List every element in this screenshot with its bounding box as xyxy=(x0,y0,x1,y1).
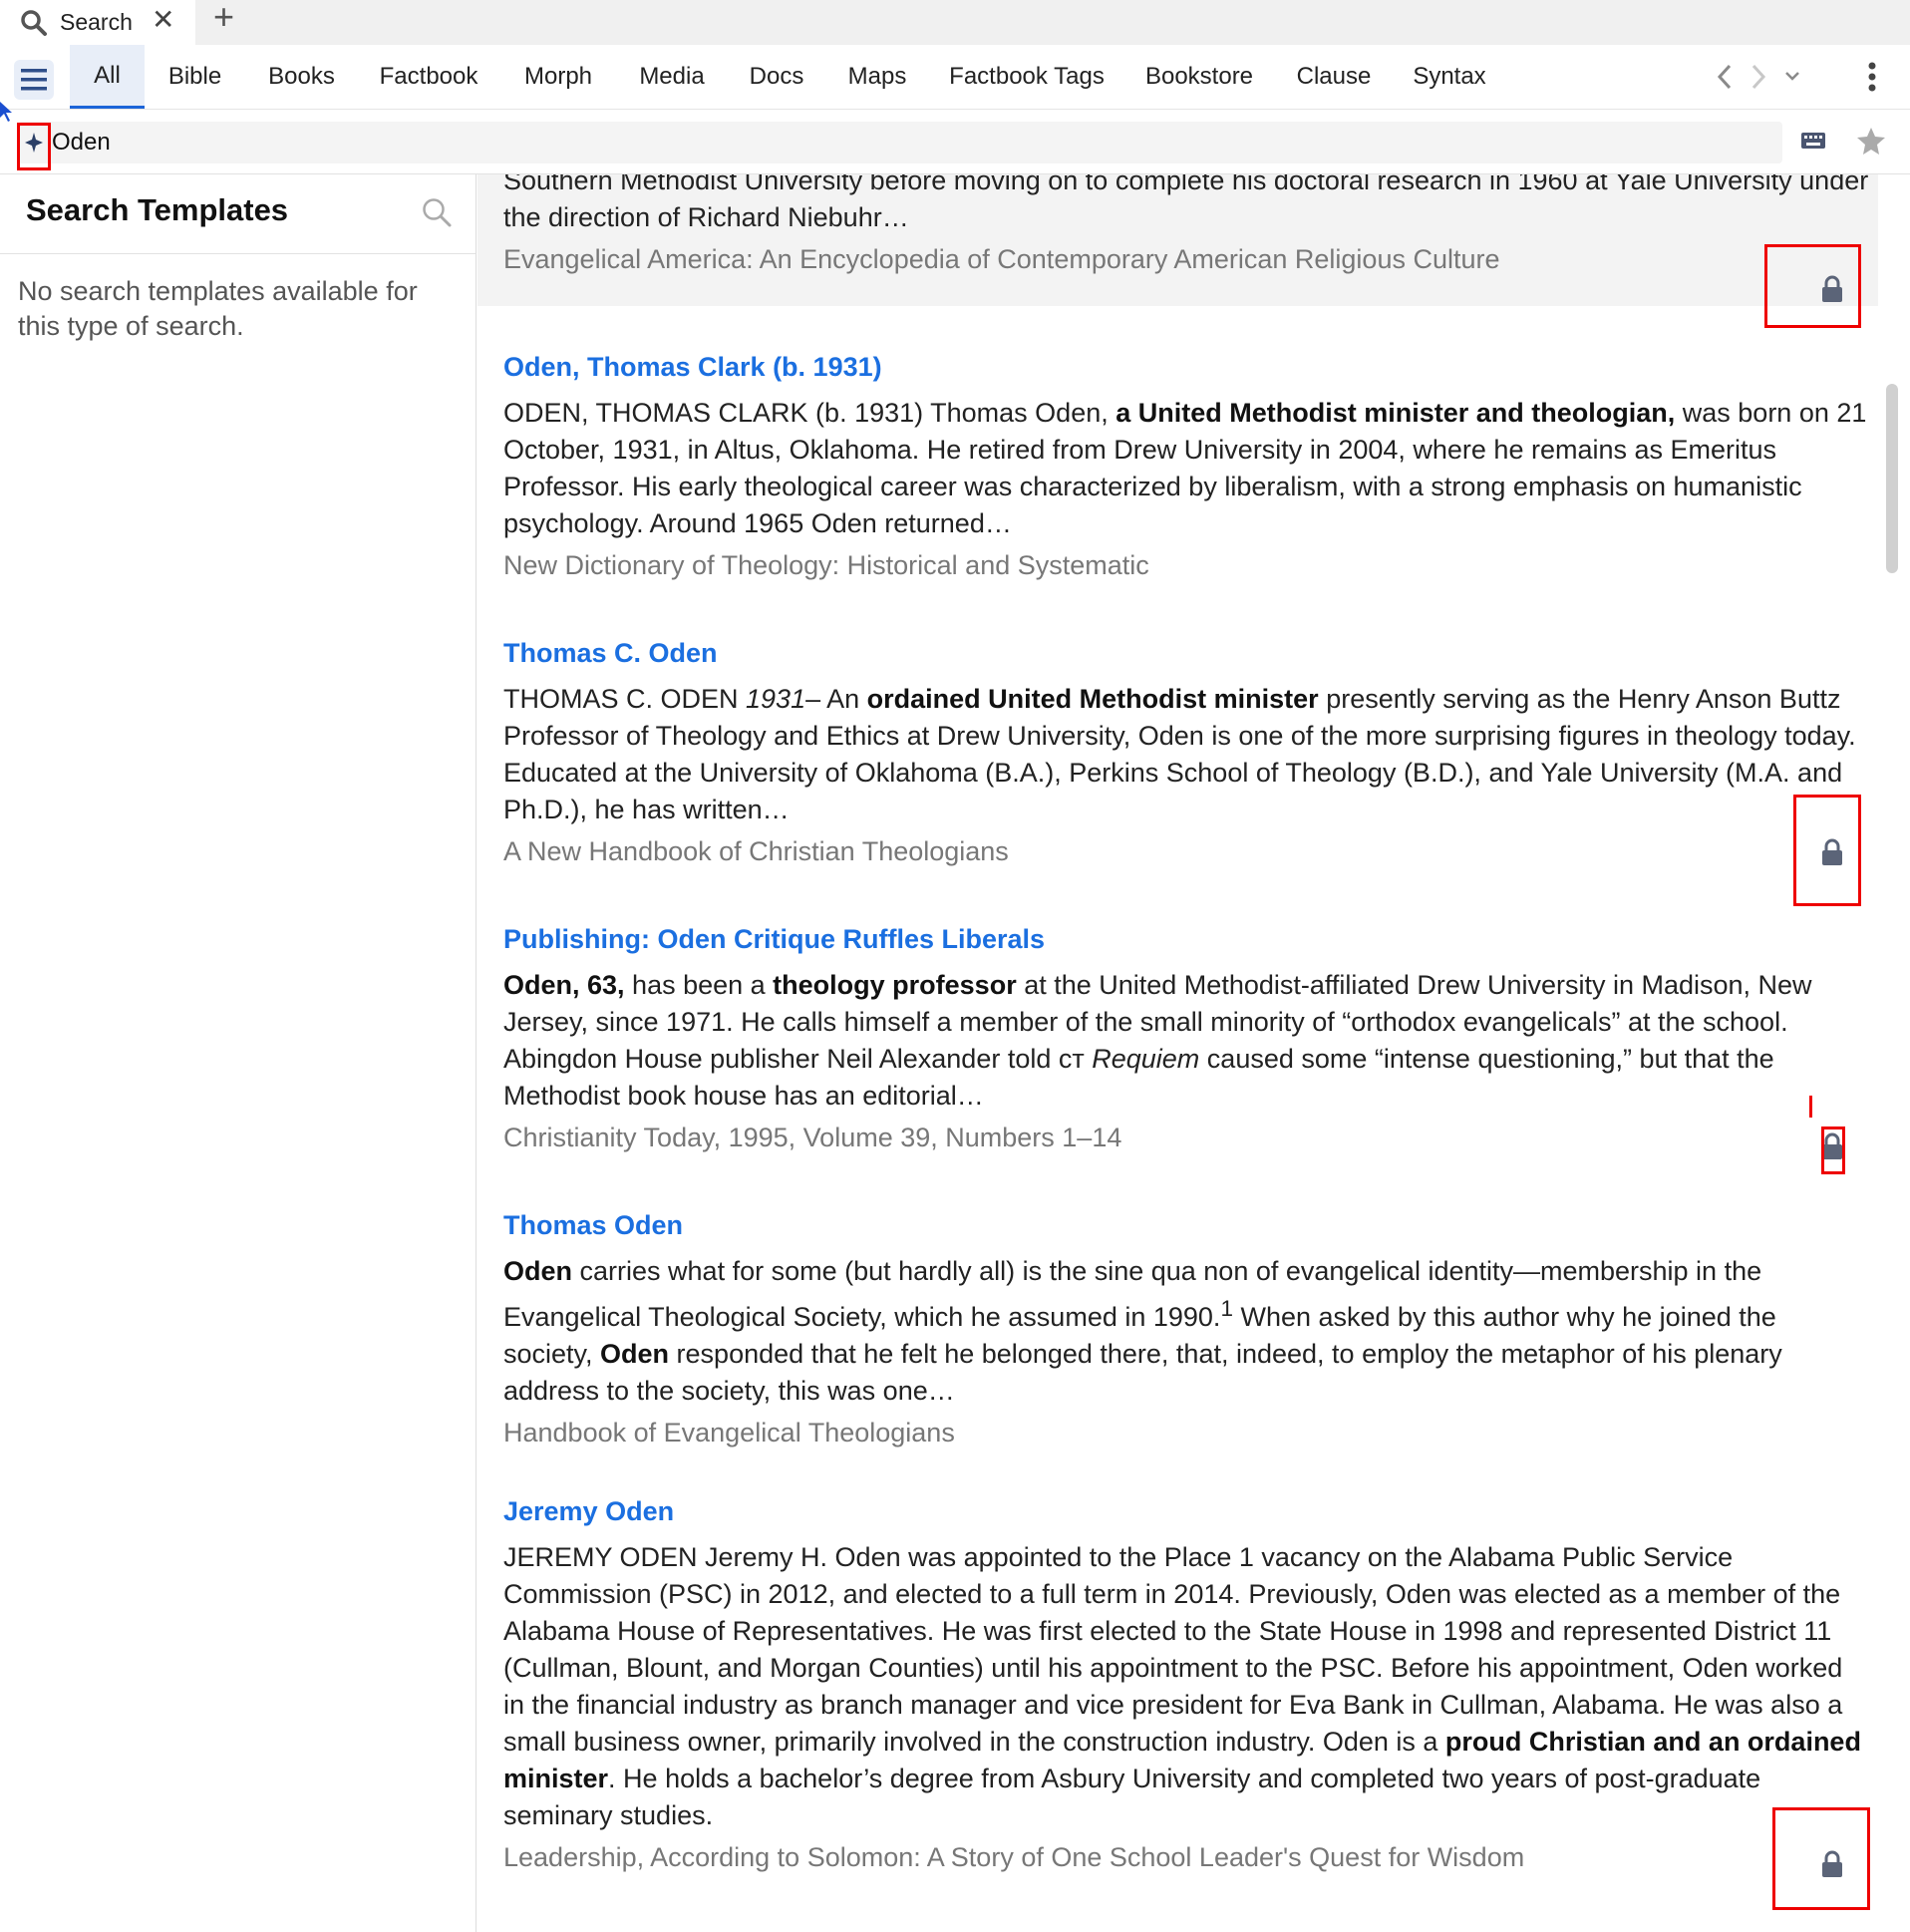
tab-title: Search xyxy=(60,9,133,35)
nav-tab-books[interactable]: Books xyxy=(254,45,349,109)
nav-tab-clause[interactable]: Clause xyxy=(1282,45,1386,109)
nav-arrows xyxy=(1715,63,1802,91)
search-icon[interactable] xyxy=(421,196,453,228)
nav-tab-morph[interactable]: Morph xyxy=(508,45,608,109)
scrollbar[interactable] xyxy=(1886,384,1898,573)
nav-tab-bookstore[interactable]: Bookstore xyxy=(1134,45,1264,109)
result-snippet: Oden, 63, has been a theology professor … xyxy=(503,970,1812,1111)
highlight-box xyxy=(1772,1807,1870,1910)
result-source[interactable]: Leadership, According to Solomon: A Stor… xyxy=(503,1842,1878,1873)
search-box xyxy=(18,122,1782,163)
result-snippet: JEREMY ODEN Jeremy H. Oden was appointed… xyxy=(503,1542,1861,1830)
chevron-right-icon[interactable] xyxy=(1749,63,1768,91)
new-tab-button[interactable]: + xyxy=(213,0,234,35)
result-item[interactable]: Publishing: Oden Critique Ruffles Libera… xyxy=(478,906,1878,1185)
highlight-box xyxy=(1821,1127,1845,1174)
result-source[interactable]: Evangelical America: An Encyclopedia of … xyxy=(503,244,1878,275)
star-icon[interactable] xyxy=(1856,126,1886,156)
result-item[interactable]: Oden, Thomas Clark (b. 1931) ODEN, THOMAS… xyxy=(478,334,1878,613)
search-row xyxy=(0,110,1910,174)
result-snippet: ODEN, THOMAS CLARK (b. 1931) Thomas Oden… xyxy=(503,398,1867,538)
sidebar-header: Search Templates xyxy=(0,174,476,254)
resource-nav-bar: All Bible Books Factbook Morph Media Docs Maps F… xyxy=(0,45,1910,110)
highlight-mark xyxy=(1809,1096,1812,1118)
result-title[interactable]: Publishing: Oden Critique Ruffles Libera… xyxy=(503,924,1878,955)
results-list: Southern Methodist University before mov… xyxy=(478,174,1910,1932)
nav-tab-factbook[interactable]: Factbook xyxy=(367,45,490,109)
result-title[interactable]: Thomas Oden xyxy=(503,1210,1878,1241)
nav-tab-factbook-tags[interactable]: Factbook Tags xyxy=(937,45,1116,109)
tab-strip: Search ✕ + xyxy=(0,0,1910,45)
sidebar-empty-message: No search templates available for this t… xyxy=(18,276,418,341)
nav-tab-bible[interactable]: Bible xyxy=(158,45,232,109)
more-options-icon[interactable] xyxy=(1862,61,1882,93)
search-input[interactable] xyxy=(52,122,1766,163)
highlight-box xyxy=(17,123,51,170)
menu-button[interactable] xyxy=(14,60,54,100)
result-source[interactable]: A New Handbook of Christian Theologians xyxy=(503,836,1878,867)
result-source[interactable]: Handbook of Evangelical Theologians xyxy=(503,1418,1878,1449)
nav-tab-docs[interactable]: Docs xyxy=(736,45,817,109)
result-item[interactable]: Thomas C. Oden THOMAS C. ODEN 1931– An or… xyxy=(478,620,1878,899)
result-snippet: Southern Methodist University before mov… xyxy=(503,174,1869,232)
nav-tab-all[interactable]: All xyxy=(70,45,145,109)
nav-tab-maps[interactable]: Maps xyxy=(833,45,921,109)
nav-tab-media[interactable]: Media xyxy=(626,45,718,109)
search-icon xyxy=(21,9,47,36)
result-item[interactable]: Southern Methodist University before mov… xyxy=(478,174,1878,306)
close-icon[interactable]: ✕ xyxy=(152,6,174,34)
result-title[interactable]: Jeremy Oden xyxy=(503,1496,1878,1527)
result-item[interactable]: Thomas Oden Oden carries what for some (b… xyxy=(478,1192,1878,1471)
chevron-left-icon[interactable] xyxy=(1715,63,1735,91)
hamburger-icon xyxy=(21,69,47,91)
result-snippet: Oden carries what for some (but hardly a… xyxy=(503,1256,1782,1406)
result-title[interactable]: Thomas C. Oden xyxy=(503,638,1878,669)
highlight-box xyxy=(1764,244,1861,328)
tab-search[interactable]: Search ✕ xyxy=(0,0,195,45)
search-templates-panel: Search Templates No search templates ava… xyxy=(0,174,477,1932)
mouse-cursor-icon xyxy=(0,102,12,122)
nav-tab-syntax[interactable]: Syntax xyxy=(1402,45,1497,109)
chevron-down-icon[interactable] xyxy=(1782,63,1802,91)
keyboard-icon[interactable] xyxy=(1800,132,1826,150)
result-item[interactable]: Jeremy Oden JEREMY ODEN Jeremy H. Oden wa… xyxy=(478,1478,1878,1927)
result-source[interactable]: New Dictionary of Theology: Historical a… xyxy=(503,550,1878,581)
highlight-box xyxy=(1793,795,1861,906)
result-snippet: THOMAS C. ODEN 1931– An ordained United … xyxy=(503,684,1856,824)
result-title[interactable]: Oden, Thomas Clark (b. 1931) xyxy=(503,352,1878,383)
result-source[interactable]: Christianity Today, 1995, Volume 39, Num… xyxy=(503,1123,1878,1153)
sidebar-title: Search Templates xyxy=(26,192,289,227)
